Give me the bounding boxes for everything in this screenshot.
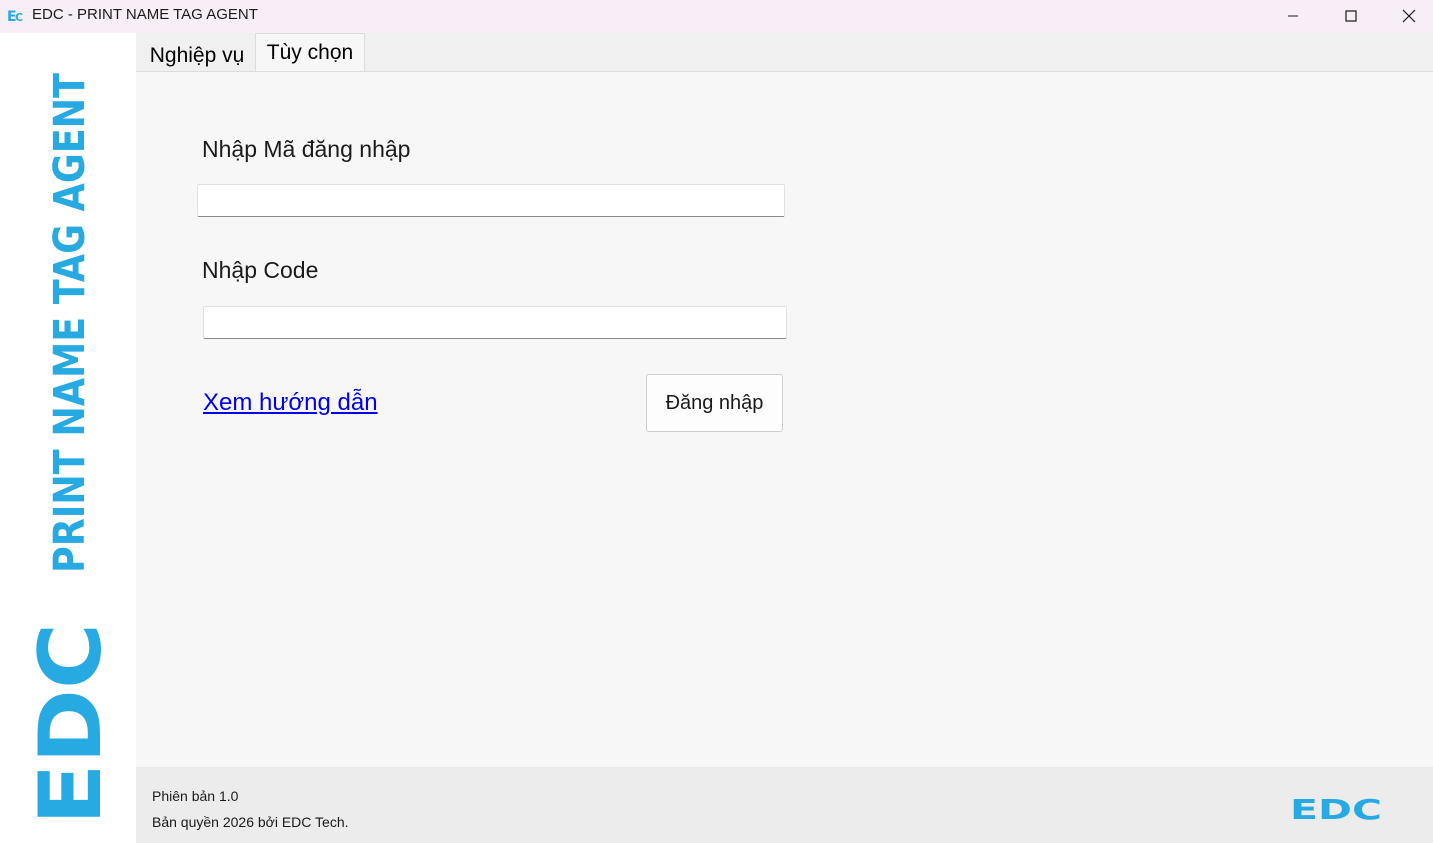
footer: Phiên bản 1.0 Bản quyền 2026 bởi EDC Tec…: [136, 767, 1433, 843]
banner-product-text: PRINT NAME TAG AGENT: [45, 72, 95, 573]
login-code-label: Nhập Mã đăng nhập: [202, 136, 411, 162]
window-title: EDC - PRINT NAME TAG AGENT: [32, 6, 258, 23]
guide-link[interactable]: Xem hướng dẫn: [203, 389, 378, 417]
tab-nghiep-vu[interactable]: Nghiệp vụ: [142, 39, 252, 73]
app-window: E C EDC - PRINT NAME TAG AGENT PRINT NAM…: [0, 0, 1433, 843]
left-banner: PRINT NAME TAG AGENT EDC: [0, 33, 136, 843]
svg-text:C: C: [15, 11, 23, 23]
maximize-button[interactable]: [1322, 0, 1380, 31]
title-bar[interactable]: E C EDC - PRINT NAME TAG AGENT: [0, 0, 1433, 33]
maximize-icon: [1345, 9, 1357, 22]
code-input[interactable]: [203, 306, 787, 339]
footer-edc-logo: EDC: [1290, 794, 1382, 822]
minimize-button[interactable]: [1264, 0, 1322, 31]
code-label: Nhập Code: [202, 257, 319, 283]
tab-strip: Nghiệp vụ Tùy chọn: [136, 33, 1433, 72]
options-panel: Nhập Mã đăng nhập Nhập Code Xem hướng dẫ…: [136, 72, 1433, 767]
tab-tuy-chon[interactable]: Tùy chọn: [255, 33, 365, 71]
edc-logo-icon: E C: [7, 9, 23, 23]
footer-logo-text: EDC: [1290, 794, 1382, 822]
banner-edc-logo: EDC: [21, 623, 121, 825]
copyright-text: Bản quyền 2026 bởi EDC Tech.: [152, 814, 349, 830]
banner-graphic: PRINT NAME TAG AGENT EDC: [21, 72, 121, 825]
login-button[interactable]: Đăng nhập: [646, 374, 783, 432]
version-text: Phiên bản 1.0: [152, 788, 239, 804]
close-icon: [1402, 9, 1416, 22]
login-code-input[interactable]: [197, 184, 785, 217]
close-button[interactable]: [1380, 0, 1433, 31]
minimize-icon: [1288, 15, 1298, 16]
